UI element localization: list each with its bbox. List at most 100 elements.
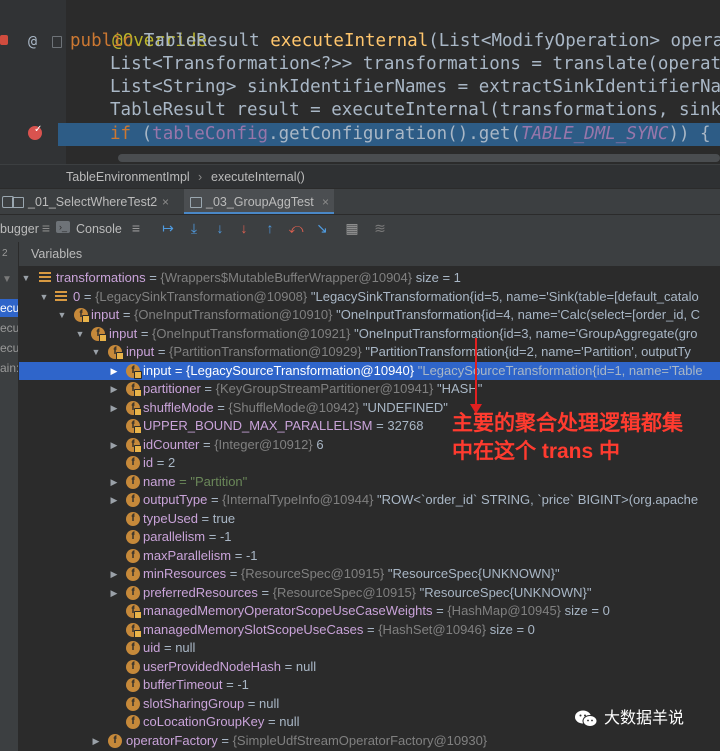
code-text: .getConfiguration().get( [268,124,521,144]
var-name: userProvidedNodeHash [143,658,282,674]
override-marker[interactable]: @ [28,32,37,50]
var-name: transformations [56,270,146,285]
frames-panel[interactable]: 2 ▼ ecu ecu ecu ain: [0,242,19,751]
tree-row[interactable]: ▶ f name = "Partition" [19,473,720,492]
tree-row[interactable]: ▼ f input = {OneInputTransformation@1092… [19,325,720,344]
tree-row[interactable]: f parallelism = -1 [19,528,720,547]
var-name: 0 [73,288,81,304]
collapse-arrow-icon[interactable]: ▼ [21,269,31,288]
tree-row[interactable]: f bufferTimeout = -1 [19,676,720,695]
step-into-icon[interactable]: ↓ [212,220,228,236]
expand-arrow-icon[interactable]: ▶ [109,436,119,455]
fold-icon[interactable] [52,36,62,48]
tree-row[interactable]: ▶ f partitioner = {KeyGroupStreamPartiti… [19,380,720,399]
code-line-4[interactable]: List<String> sinkIdentifierNames = extra… [110,76,720,99]
trace-icon[interactable]: ≋ [372,220,388,236]
layout-icon[interactable]: ≡ [38,220,54,236]
show-execution-point-icon[interactable]: ↦ [160,220,176,236]
keyword: if [110,124,132,144]
collapse-arrow-icon[interactable]: ▼ [39,288,49,307]
debugger-tab[interactable]: bugger [0,215,39,243]
drop-frame-icon[interactable]: ⤺ [288,220,304,236]
expand-arrow-icon[interactable]: ▶ [109,584,119,603]
expand-arrow-icon[interactable]: ▶ [109,362,119,381]
method-name: executeInternal [270,31,429,51]
expand-arrow-icon[interactable]: ▶ [91,732,101,751]
tree-row[interactable]: ▼ transformations = {Wrappers$MutableBuf… [19,269,720,288]
code-text: )) { [668,124,711,144]
step-over-icon[interactable]: ⤓ [186,220,202,236]
step-out-icon[interactable]: ↑ [262,220,278,236]
var-value: = -1 [234,547,258,563]
frame-item[interactable]: ecu [0,299,18,317]
frame-item[interactable]: ain: [0,359,18,377]
code-line-2[interactable]: public TableResult executeInternal(List<… [70,30,720,53]
frame-item[interactable]: ecu [0,319,18,337]
breadcrumb-class[interactable]: TableEnvironmentImpl [66,165,190,189]
var-name: managedMemorySlotScopeUseCases [143,621,364,637]
force-step-into-icon[interactable]: ↓ [236,220,252,236]
expand-arrow-icon[interactable]: ▶ [109,380,119,399]
collapse-arrow-icon[interactable]: ▼ [57,306,67,325]
tree-row[interactable]: f userProvidedNodeHash = null [19,658,720,677]
expand-arrow-icon[interactable]: ▶ [109,491,119,510]
var-ref: {LegacySourceTransformation@10940} [186,362,415,378]
var-name: typeUsed [143,510,198,526]
breadcrumb-method[interactable]: executeInternal() [211,165,305,189]
evaluate-expression-icon[interactable]: ▦ [344,220,360,236]
var-ref: {ResourceSpec@10915} [272,584,417,600]
editor-horizontal-scrollbar[interactable] [118,154,720,162]
var-name: preferredResources [143,584,258,600]
tree-row[interactable]: ▶ f operatorFactory = {SimpleUdfStreamOp… [19,732,720,751]
expand-arrow-icon[interactable]: ▶ [109,399,119,418]
var-name: maxParallelism [143,547,232,563]
tab-label: _03_GroupAggTest [206,195,314,209]
var-value: "ROW<`order_id` STRING, `price` BIGINT>(… [377,492,699,507]
console-tab[interactable]: Console [76,215,122,243]
implementing-method-icon[interactable] [0,35,8,45]
tree-row[interactable]: ▶ f outputType = {InternalTypeInfo@10944… [19,491,720,510]
var-name: input [126,344,155,359]
tree-row[interactable]: ▼ f input = {OneInputTransformation@1091… [19,306,720,325]
code-text: TableResult [133,31,271,51]
code-line-5[interactable]: TableResult result = executeInternal(tra… [110,99,720,122]
var-name: partitioner [143,381,201,396]
field-icon: f [126,530,140,544]
code-line-6-current[interactable]: if (tableConfig.getConfiguration().get(T… [58,123,720,146]
tree-row[interactable]: ▶ f preferredResources = {ResourceSpec@1… [19,584,720,603]
tree-row-selected[interactable]: ▶ f input = {LegacySourceTransformation@… [19,361,720,381]
expand-arrow-icon[interactable]: ▶ [109,473,119,492]
menu-icon[interactable]: ≡ [128,220,144,236]
run-to-cursor-icon[interactable]: ↘ [314,220,330,236]
field-icon: f [126,622,142,638]
var-value: "OneInputTransformation{id=4, name='Calc… [336,307,701,322]
code-editor[interactable]: @ ✓ @Override public TableResult execute… [0,0,720,164]
tree-row[interactable]: f managedMemoryOperatorScopeUseCaseWeigh… [19,602,720,621]
collapse-arrow-icon[interactable]: ▼ [91,343,101,362]
variables-tree[interactable]: ▼ transformations = {Wrappers$MutableBuf… [19,267,720,751]
tree-row[interactable]: f managedMemorySlotScopeUseCases = {Hash… [19,621,720,640]
tree-row[interactable]: f typeUsed = true [19,510,720,529]
expand-arrow-icon[interactable]: ▶ [109,565,119,584]
tree-row[interactable]: f uid = null [19,639,720,658]
code-line-3[interactable]: List<Transformation<?>> transformations … [110,53,720,76]
editor-gutter[interactable]: @ ✓ [0,0,66,164]
tab-group-agg-test[interactable]: _03_GroupAggTest × [184,189,334,215]
tab-select-where-test[interactable]: _01_SelectWhereTest2 × [6,189,196,215]
close-icon[interactable]: × [322,189,329,215]
var-name: input [109,325,138,341]
var-ref: {HashSet@10946} [378,621,487,637]
frame-item[interactable]: ecu [0,339,18,357]
field-icon: f [126,641,140,655]
var-value: size = 1 [415,270,461,285]
tree-row[interactable]: f maxParallelism = -1 [19,547,720,566]
variables-title: Variables [31,247,83,261]
tree-row[interactable]: ▼ 0 = {LegacySinkTransformation@10908} "… [19,288,720,307]
field-icon: f [126,715,140,729]
collapse-arrow-icon[interactable]: ▼ [75,325,85,344]
tree-row[interactable]: ▶ f minResources = {ResourceSpec@10915} … [19,565,720,584]
close-icon[interactable]: × [162,189,169,215]
tree-row[interactable]: ▼ f input = {PartitionTransformation@109… [19,343,720,362]
var-value: = 32768 [376,418,424,433]
filter-icon[interactable]: ▼ [2,274,12,285]
